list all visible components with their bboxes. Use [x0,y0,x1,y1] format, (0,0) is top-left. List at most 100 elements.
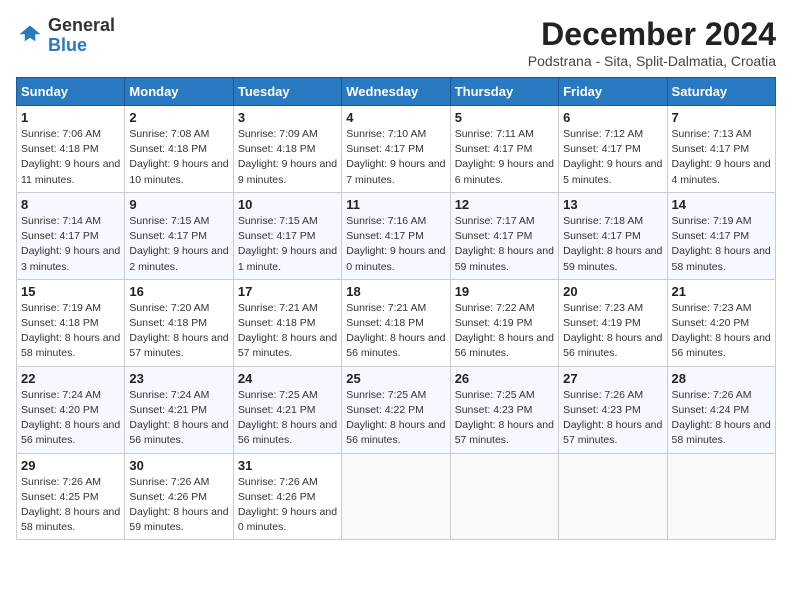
day-info: Sunrise: 7:23 AM Sunset: 4:20 PM Dayligh… [672,301,771,362]
sunrise-label: Sunrise: 7:24 AM [21,389,101,401]
sunrise-label: Sunrise: 7:26 AM [672,389,752,401]
sunrise-label: Sunrise: 7:14 AM [21,215,101,227]
sunset-label: Sunset: 4:17 PM [346,143,424,155]
daylight-label: Daylight: 8 hours and 56 minutes. [129,419,228,446]
day-info: Sunrise: 7:23 AM Sunset: 4:19 PM Dayligh… [563,301,662,362]
calendar-body: 1 Sunrise: 7:06 AM Sunset: 4:18 PM Dayli… [17,106,776,540]
calendar-cell: 5 Sunrise: 7:11 AM Sunset: 4:17 PM Dayli… [450,106,558,193]
calendar-cell: 9 Sunrise: 7:15 AM Sunset: 4:17 PM Dayli… [125,192,233,279]
sunset-label: Sunset: 4:17 PM [563,230,641,242]
day-info: Sunrise: 7:25 AM Sunset: 4:22 PM Dayligh… [346,388,445,449]
day-number: 5 [455,110,554,125]
calendar-cell: 17 Sunrise: 7:21 AM Sunset: 4:18 PM Dayl… [233,279,341,366]
page-subtitle: Podstrana - Sita, Split-Dalmatia, Croati… [528,53,776,69]
daylight-label: Daylight: 8 hours and 59 minutes. [455,245,554,272]
sunrise-label: Sunrise: 7:15 AM [238,215,318,227]
sunrise-label: Sunrise: 7:25 AM [346,389,426,401]
calendar-cell: 7 Sunrise: 7:13 AM Sunset: 4:17 PM Dayli… [667,106,775,193]
sunset-label: Sunset: 4:23 PM [455,404,533,416]
sunrise-label: Sunrise: 7:12 AM [563,128,643,140]
page-title: December 2024 [528,16,776,53]
day-info: Sunrise: 7:24 AM Sunset: 4:20 PM Dayligh… [21,388,120,449]
day-number: 14 [672,197,771,212]
daylight-label: Daylight: 9 hours and 6 minutes. [455,158,554,185]
daylight-label: Daylight: 8 hours and 58 minutes. [672,245,771,272]
sunset-label: Sunset: 4:17 PM [21,230,99,242]
calendar-day-header: Wednesday [342,78,450,106]
sunset-label: Sunset: 4:21 PM [129,404,207,416]
sunset-label: Sunset: 4:18 PM [238,143,316,155]
daylight-label: Daylight: 8 hours and 59 minutes. [563,245,662,272]
calendar-cell: 19 Sunrise: 7:22 AM Sunset: 4:19 PM Dayl… [450,279,558,366]
daylight-label: Daylight: 9 hours and 5 minutes. [563,158,662,185]
calendar-cell: 1 Sunrise: 7:06 AM Sunset: 4:18 PM Dayli… [17,106,125,193]
calendar-cell [667,453,775,540]
daylight-label: Daylight: 9 hours and 4 minutes. [672,158,771,185]
day-info: Sunrise: 7:09 AM Sunset: 4:18 PM Dayligh… [238,127,337,188]
day-info: Sunrise: 7:12 AM Sunset: 4:17 PM Dayligh… [563,127,662,188]
daylight-label: Daylight: 8 hours and 59 minutes. [129,506,228,533]
day-info: Sunrise: 7:26 AM Sunset: 4:23 PM Dayligh… [563,388,662,449]
calendar-row: 1 Sunrise: 7:06 AM Sunset: 4:18 PM Dayli… [17,106,776,193]
day-number: 29 [21,458,120,473]
sunset-label: Sunset: 4:18 PM [238,317,316,329]
logo-icon [16,22,44,50]
day-number: 21 [672,284,771,299]
daylight-label: Daylight: 9 hours and 3 minutes. [21,245,120,272]
daylight-label: Daylight: 8 hours and 56 minutes. [346,332,445,359]
daylight-label: Daylight: 8 hours and 56 minutes. [346,419,445,446]
daylight-label: Daylight: 8 hours and 58 minutes. [21,506,120,533]
day-info: Sunrise: 7:26 AM Sunset: 4:26 PM Dayligh… [129,475,228,536]
day-number: 9 [129,197,228,212]
sunset-label: Sunset: 4:19 PM [563,317,641,329]
day-number: 23 [129,371,228,386]
sunrise-label: Sunrise: 7:17 AM [455,215,535,227]
sunset-label: Sunset: 4:21 PM [238,404,316,416]
calendar-cell: 18 Sunrise: 7:21 AM Sunset: 4:18 PM Dayl… [342,279,450,366]
calendar-cell: 10 Sunrise: 7:15 AM Sunset: 4:17 PM Dayl… [233,192,341,279]
day-info: Sunrise: 7:25 AM Sunset: 4:23 PM Dayligh… [455,388,554,449]
calendar-day-header: Sunday [17,78,125,106]
day-number: 15 [21,284,120,299]
daylight-label: Daylight: 9 hours and 11 minutes. [21,158,120,185]
day-info: Sunrise: 7:13 AM Sunset: 4:17 PM Dayligh… [672,127,771,188]
day-info: Sunrise: 7:06 AM Sunset: 4:18 PM Dayligh… [21,127,120,188]
sunrise-label: Sunrise: 7:23 AM [563,302,643,314]
sunrise-label: Sunrise: 7:26 AM [238,476,318,488]
calendar-cell: 27 Sunrise: 7:26 AM Sunset: 4:23 PM Dayl… [559,366,667,453]
day-info: Sunrise: 7:24 AM Sunset: 4:21 PM Dayligh… [129,388,228,449]
day-number: 2 [129,110,228,125]
day-info: Sunrise: 7:21 AM Sunset: 4:18 PM Dayligh… [346,301,445,362]
day-number: 25 [346,371,445,386]
daylight-label: Daylight: 9 hours and 0 minutes. [346,245,445,272]
sunrise-label: Sunrise: 7:16 AM [346,215,426,227]
daylight-label: Daylight: 8 hours and 56 minutes. [21,419,120,446]
day-info: Sunrise: 7:19 AM Sunset: 4:18 PM Dayligh… [21,301,120,362]
day-number: 12 [455,197,554,212]
sunset-label: Sunset: 4:17 PM [672,230,750,242]
sunset-label: Sunset: 4:18 PM [129,143,207,155]
calendar-cell: 31 Sunrise: 7:26 AM Sunset: 4:26 PM Dayl… [233,453,341,540]
sunrise-label: Sunrise: 7:25 AM [238,389,318,401]
daylight-label: Daylight: 9 hours and 1 minute. [238,245,337,272]
day-number: 19 [455,284,554,299]
sunrise-label: Sunrise: 7:23 AM [672,302,752,314]
daylight-label: Daylight: 9 hours and 0 minutes. [238,506,337,533]
calendar-cell: 15 Sunrise: 7:19 AM Sunset: 4:18 PM Dayl… [17,279,125,366]
calendar-cell: 4 Sunrise: 7:10 AM Sunset: 4:17 PM Dayli… [342,106,450,193]
day-number: 27 [563,371,662,386]
day-number: 20 [563,284,662,299]
sunrise-label: Sunrise: 7:06 AM [21,128,101,140]
day-number: 26 [455,371,554,386]
sunset-label: Sunset: 4:18 PM [21,143,99,155]
calendar-day-header: Friday [559,78,667,106]
calendar-row: 15 Sunrise: 7:19 AM Sunset: 4:18 PM Dayl… [17,279,776,366]
day-number: 10 [238,197,337,212]
daylight-label: Daylight: 8 hours and 57 minutes. [238,332,337,359]
sunrise-label: Sunrise: 7:08 AM [129,128,209,140]
calendar-cell: 6 Sunrise: 7:12 AM Sunset: 4:17 PM Dayli… [559,106,667,193]
calendar-cell [342,453,450,540]
daylight-label: Daylight: 8 hours and 57 minutes. [455,419,554,446]
calendar-cell: 8 Sunrise: 7:14 AM Sunset: 4:17 PM Dayli… [17,192,125,279]
sunset-label: Sunset: 4:17 PM [672,143,750,155]
